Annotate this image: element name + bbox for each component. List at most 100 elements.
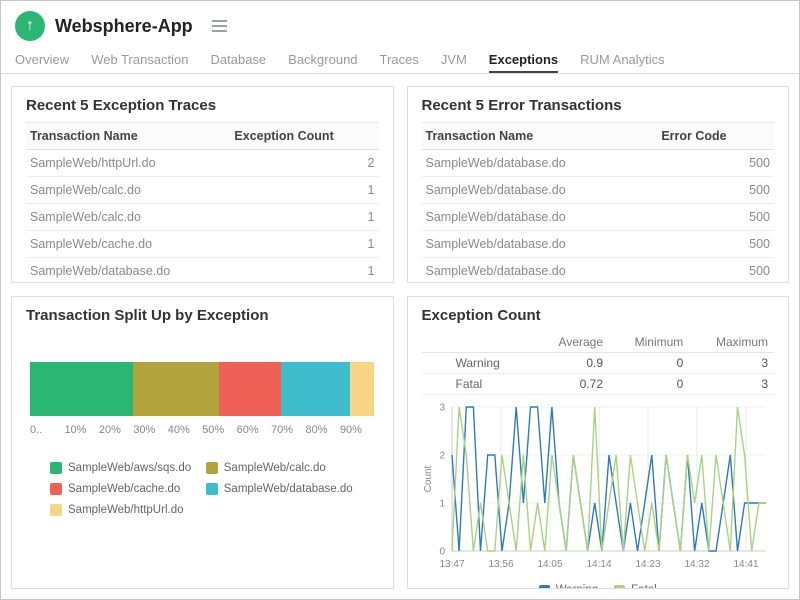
tab-traces[interactable]: Traces <box>380 47 419 73</box>
legend-item[interactable]: Warning <box>539 584 598 589</box>
legend-label: Warning <box>556 584 598 589</box>
y-tick-label: 1 <box>439 499 445 510</box>
bar-segment <box>30 362 133 416</box>
legend-label: SampleWeb/database.do <box>224 483 353 495</box>
error-transactions-table: Transaction NameError Code SampleWeb/dat… <box>422 122 775 283</box>
value-cell: 1 <box>230 231 378 258</box>
bar-segment <box>219 362 281 416</box>
y-tick-label: 0 <box>439 547 445 558</box>
column-header: Exception Count <box>230 123 378 150</box>
monitor-status-icon: ↑ <box>15 11 45 41</box>
value-cell: 1 <box>230 258 378 284</box>
table-row: SampleWeb/calc.do1 <box>26 204 379 231</box>
legend-item[interactable]: SampleWeb/calc.do <box>206 462 362 474</box>
transaction-name-cell[interactable]: SampleWeb/calc.do <box>26 204 230 231</box>
tab-jvm[interactable]: JVM <box>441 47 467 73</box>
panel-title-error-transactions: Recent 5 Error Transactions <box>422 97 775 114</box>
transaction-name-cell[interactable]: SampleWeb/calc.do <box>26 177 230 204</box>
exception-stats-table: AverageMinimumMaximum Warning0.903Fatal0… <box>422 332 775 395</box>
x-tick-label: 14:05 <box>537 559 562 570</box>
table-row: SampleWeb/database.do500 <box>422 177 775 204</box>
panel-title-exception-count: Exception Count <box>422 307 775 324</box>
axis-tick-label: 50% <box>202 424 236 436</box>
transaction-name-cell[interactable]: SampleWeb/cache.do <box>26 231 230 258</box>
value-cell: 500 <box>657 177 774 204</box>
value-cell: 500 <box>657 258 774 284</box>
legend-swatch <box>50 462 62 474</box>
stats-value-cell: 0.72 <box>534 374 609 395</box>
table-row: SampleWeb/database.do500 <box>422 150 775 177</box>
bar-x-axis: 0..10%20%30%40%50%60%70%80%90% <box>30 424 375 436</box>
panels-grid: Recent 5 Exception Traces Transaction Na… <box>1 74 799 589</box>
table-row: SampleWeb/calc.do1 <box>26 177 379 204</box>
x-tick-label: 13:47 <box>439 559 464 570</box>
y-tick-label: 2 <box>439 451 445 462</box>
axis-tick-label: 0.. <box>30 424 64 436</box>
y-tick-label: 3 <box>439 403 445 414</box>
table-header-row: Transaction NameError Code <box>422 123 775 150</box>
transaction-name-cell[interactable]: SampleWeb/database.do <box>422 204 658 231</box>
axis-tick-label: 70% <box>271 424 305 436</box>
stats-column-header: Minimum <box>609 332 689 353</box>
table-header-row: Transaction NameException Count <box>26 123 379 150</box>
transaction-name-cell[interactable]: SampleWeb/database.do <box>422 258 658 284</box>
axis-tick-label: 30% <box>133 424 167 436</box>
hamburger-menu-icon[interactable] <box>209 17 230 35</box>
transaction-name-cell[interactable]: SampleWeb/database.do <box>422 150 658 177</box>
tab-overview[interactable]: Overview <box>15 47 69 73</box>
bar-segment <box>133 362 219 416</box>
legend-label: SampleWeb/cache.do <box>68 483 180 495</box>
legend-swatch <box>539 585 550 590</box>
bar-segment <box>281 362 350 416</box>
panel-title-exception-traces: Recent 5 Exception Traces <box>26 97 379 114</box>
x-tick-label: 14:23 <box>635 559 660 570</box>
tab-background[interactable]: Background <box>288 47 357 73</box>
legend-label: Fatal <box>631 584 657 589</box>
up-arrow-icon: ↑ <box>26 18 34 34</box>
table-row: SampleWeb/database.do1 <box>26 258 379 284</box>
x-tick-label: 14:41 <box>733 559 758 570</box>
axis-tick-label: 10% <box>64 424 98 436</box>
legend-item[interactable]: Fatal <box>614 584 657 589</box>
value-cell: 500 <box>657 204 774 231</box>
legend-label: SampleWeb/calc.do <box>224 462 326 474</box>
transaction-name-cell[interactable]: SampleWeb/httpUrl.do <box>26 150 230 177</box>
axis-tick-label: 60% <box>237 424 271 436</box>
y-axis-label: Count <box>423 465 434 492</box>
x-tick-label: 13:56 <box>488 559 513 570</box>
stats-value-cell: 0 <box>609 374 689 395</box>
stats-row: Warning0.903 <box>422 353 775 374</box>
stats-value-cell: 0.9 <box>534 353 609 374</box>
tab-rum-analytics[interactable]: RUM Analytics <box>580 47 665 73</box>
stats-value-cell: 3 <box>689 374 774 395</box>
tab-database[interactable]: Database <box>211 47 267 73</box>
tab-web-transaction[interactable]: Web Transaction <box>91 47 188 73</box>
panel-transaction-split: Transaction Split Up by Exception 0..10%… <box>11 296 394 589</box>
stats-column-header: Average <box>534 332 609 353</box>
legend-item[interactable]: SampleWeb/httpUrl.do <box>50 504 206 516</box>
line-chart-wrap: 012313:4713:5614:0514:1414:2314:3214:41C… <box>422 399 775 584</box>
stats-column-header: Maximum <box>689 332 774 353</box>
transaction-name-cell[interactable]: SampleWeb/database.do <box>422 231 658 258</box>
app-header: ↑ Websphere-App <box>1 1 799 47</box>
legend-swatch <box>614 585 625 590</box>
panel-exception-count: Exception Count AverageMinimumMaximum Wa… <box>407 296 790 589</box>
stats-header-row: AverageMinimumMaximum <box>422 332 775 353</box>
bar-legend: SampleWeb/aws/sqs.do SampleWeb/calc.do Sam… <box>50 462 375 516</box>
transaction-name-cell[interactable]: SampleWeb/database.do <box>422 177 658 204</box>
transaction-name-cell[interactable]: SampleWeb/database.do <box>26 258 230 284</box>
stats-value-cell: 3 <box>689 353 774 374</box>
line-chart: 012313:4713:5614:0514:1414:2314:3214:41C… <box>422 399 772 579</box>
tab-exceptions[interactable]: Exceptions <box>489 47 558 73</box>
stats-row-label: Fatal <box>422 374 535 395</box>
axis-tick-label: 80% <box>306 424 340 436</box>
legend-item[interactable]: SampleWeb/aws/sqs.do <box>50 462 206 474</box>
column-header: Error Code <box>657 123 774 150</box>
axis-tick-label: 20% <box>99 424 133 436</box>
axis-tick-label: 40% <box>168 424 202 436</box>
legend-item[interactable]: SampleWeb/database.do <box>206 483 362 495</box>
value-cell: 500 <box>657 231 774 258</box>
legend-swatch <box>206 483 218 495</box>
tab-bar: Overview Web Transaction Database Backgroun… <box>1 47 799 74</box>
legend-item[interactable]: SampleWeb/cache.do <box>50 483 206 495</box>
